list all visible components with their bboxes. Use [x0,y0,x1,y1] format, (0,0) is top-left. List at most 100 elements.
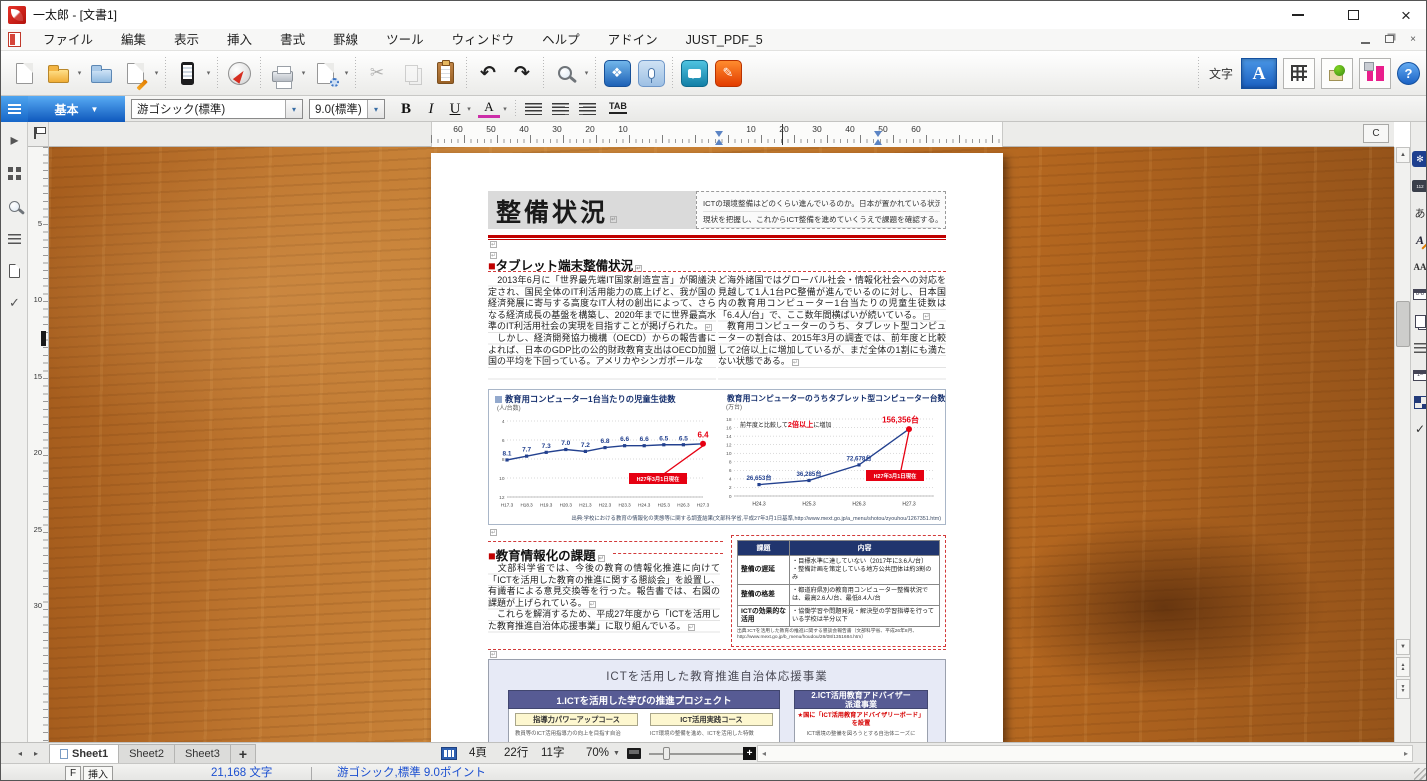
font-color-dropdown-arrow[interactable]: ▾ [500,98,510,120]
menu-item-罫線[interactable]: 罫線 [319,29,372,51]
maximize-button[interactable] [1331,1,1375,29]
size-dropdown-arrow[interactable]: ▾ [367,100,384,118]
scroll-right-arrow[interactable]: ▸ [1404,749,1408,758]
page-grid-button[interactable] [1,160,28,186]
pen-tool-button[interactable]: ✎ [711,54,745,92]
new-document-button[interactable] [7,54,41,92]
kana-tool-button[interactable]: あ [1412,203,1427,223]
cut-button[interactable]: ✂ [360,54,394,92]
print-settings-button[interactable] [308,54,342,92]
tab-scroll-right-button[interactable]: ▸ [29,746,43,761]
vertical-scrollbar[interactable]: ▲ ▼ ▲▲ ▼▼ [1394,147,1410,742]
f-key-button[interactable]: F [65,766,81,781]
documents-button[interactable] [1412,311,1427,331]
scroll-down-button[interactable]: ▼ [1396,639,1410,655]
text-column-1[interactable]: 2013年6月に「世界最先端IT国家創造宣言」が閣議決定され、国民全体のIT利活… [488,275,716,383]
view-mode-icon[interactable] [441,747,457,760]
zoom-dropdown-arrow[interactable]: ▼ [613,743,620,764]
open-button[interactable] [41,54,75,92]
save-as-button[interactable] [118,54,152,92]
table-mode-button[interactable] [1283,58,1315,89]
favorites-button[interactable]: ✻ [1412,149,1427,169]
tab-scroll-left-button[interactable]: ◂ [13,746,27,761]
close-button[interactable]: × [1384,1,1427,29]
bold-button[interactable]: B [395,98,417,120]
horizontal-ruler[interactable]: 605040302010102030405060 C [49,122,1394,147]
print-settings-dropdown-arrow[interactable]: ▾ [342,54,351,92]
page-up-button[interactable]: ▲▲ [1396,657,1410,677]
paste-button[interactable] [428,54,462,92]
zoom-slider-thumb[interactable] [663,747,670,760]
undo-button[interactable]: ↶ [471,54,505,92]
text-mode-button[interactable]: A [1241,58,1277,89]
scroll-thumb[interactable] [1396,301,1410,347]
zoom-in-button[interactable]: + [743,747,756,760]
print-dropdown-arrow[interactable]: ▾ [299,54,308,92]
panel-expand-button[interactable]: ▸ [1,127,28,153]
document-menu-icon[interactable] [8,32,21,47]
menu-item-挿入[interactable]: 挿入 [213,29,266,51]
save-button[interactable] [84,54,118,92]
redo-button[interactable]: ↷ [505,54,539,92]
child-close-button[interactable]: × [1406,32,1420,46]
style-selector[interactable]: 基本▼ [28,96,125,122]
date-window-button[interactable]: 8·8 [1412,284,1427,304]
align-center-button[interactable] [552,103,569,115]
scroll-up-button[interactable]: ▲ [1396,147,1410,163]
page-layout-button[interactable] [1,258,28,284]
search-dropdown-arrow[interactable]: ▾ [582,54,591,92]
align-left-button[interactable] [525,103,542,115]
outline-list-button[interactable] [1412,338,1427,358]
web-addin-button[interactable]: ❖ [600,54,634,92]
page-down-button[interactable]: ▼▼ [1396,679,1410,699]
sheet-tab-Sheet2[interactable]: Sheet2 [119,744,175,764]
zoom-slider[interactable] [649,753,749,755]
sheet-tab-Sheet1[interactable]: Sheet1 [49,744,119,764]
search-button[interactable] [548,54,582,92]
addon-mode-button[interactable] [1359,58,1391,89]
document-page[interactable]: 整備状況 ICTの環境整備はどのくらい進んでいるのか。日本が置かれている状況は?… [431,153,1003,742]
horizontal-scrollbar[interactable]: ◂ ▸ [757,745,1413,762]
document-workspace[interactable]: 整備状況 ICTの環境整備はどのくらい進んでいるのか。日本が置かれている状況は?… [49,147,1394,742]
checker-tool-button[interactable] [1412,392,1427,412]
menu-item-JUST_PDF_5[interactable]: JUST_PDF_5 [672,29,777,51]
font-size-tool-button[interactable]: AA [1412,257,1427,277]
open-dropdown-arrow[interactable]: ▾ [75,54,84,92]
mobile-view-dropdown-arrow[interactable]: ▾ [204,54,213,92]
font-family-select[interactable]: 游ゴシック(標準)▾ [131,99,303,119]
chat-tool-button[interactable] [677,54,711,92]
help-button[interactable]: ? [1397,62,1420,85]
italic-button[interactable]: I [420,98,442,120]
proof-check-button[interactable]: ✓ [1,290,28,316]
save-as-dropdown-arrow[interactable]: ▾ [152,54,161,92]
margin-marker-icon[interactable] [715,135,723,145]
object-mode-button[interactable] [1321,58,1353,89]
underline-dropdown-arrow[interactable]: ▾ [464,98,474,120]
menu-item-ファイル[interactable]: ファイル [29,29,107,51]
section2-text[interactable]: 文部科学省では、今後の教育の情報化推進に向けて「ICTを活用した教育の推進に関す… [488,563,720,635]
align-right-button[interactable] [579,103,596,115]
camera-tool-button[interactable]: 112 [1412,176,1427,196]
fit-screen-icon[interactable] [627,748,641,759]
minimize-button[interactable] [1276,1,1320,29]
menu-item-アドイン[interactable]: アドイン [594,29,672,51]
vertical-ruler[interactable]: 51015202530 [28,147,49,742]
underline-button[interactable]: U [444,98,466,120]
voice-input-button[interactable] [634,54,668,92]
font-color-button[interactable]: A [478,99,500,118]
print-button[interactable] [265,54,299,92]
menu-item-ツール[interactable]: ツール [372,29,438,51]
text-column-2[interactable]: ど海外諸国ではグローバル社会・情報化社会への対応を見越して1人1台PC整備が進ん… [718,275,946,383]
mobile-view-button[interactable] [170,54,204,92]
scroll-left-arrow[interactable]: ◂ [762,749,766,758]
add-sheet-button[interactable]: + [231,744,256,764]
sheet-tab-Sheet3[interactable]: Sheet3 [175,744,231,764]
menu-item-書式[interactable]: 書式 [266,29,319,51]
font-dropdown-arrow[interactable]: ▾ [285,100,302,118]
check-tool-button[interactable]: ✓ [1412,419,1427,439]
margin-marker-icon[interactable] [874,135,882,145]
menu-item-ウィンドウ[interactable]: ウィンドウ [438,29,529,51]
format-menu-button[interactable] [1,96,28,122]
menu-item-ヘルプ[interactable]: ヘルプ [528,29,594,51]
menu-item-編集[interactable]: 編集 [107,29,160,51]
